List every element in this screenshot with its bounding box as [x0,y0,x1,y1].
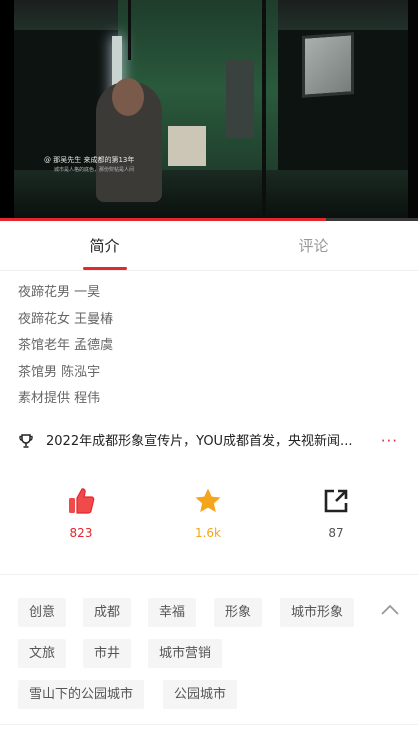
action-bar: 823 1.6k 87 [0,486,418,546]
tag-chip[interactable]: 幸福 [148,598,197,627]
favorite-button[interactable]: 1.6k [168,486,248,540]
tab-active-indicator [83,267,127,270]
tag-chip[interactable]: 成都 [83,598,132,627]
star-icon [195,488,221,513]
section-divider [0,574,418,575]
share-button[interactable]: 87 [296,486,376,540]
credit-line: 夜蹄花女 王曼椿 [18,311,114,327]
video-title[interactable]: 2022年成都形象宣传片，YOU成都首发，央视新闻... [46,430,366,454]
favorite-count: 1.6k [194,526,222,540]
tag-chip[interactable]: 雪山下的公园城市 [18,680,145,709]
video-caption: @ 那吴先生 来成都的第13年 城市是人格的底色，那份熨帖是人间 [44,155,134,175]
video-caption-line1: @ 那吴先生 来成都的第13年 [44,156,135,164]
video-person-head [112,78,144,116]
tag-chip[interactable]: 形象 [214,598,263,627]
tag-chip[interactable]: 公园城市 [163,680,238,709]
credit-line: 夜蹄花男 一昊 [18,285,101,300]
tag-chip[interactable]: 文旅 [18,639,67,668]
share-icon [324,489,348,513]
video-edge [408,0,418,221]
studio-pole [128,0,131,60]
video-caption-line2: 城市是人格的底色，那份熨帖是人间 [54,167,135,173]
like-button[interactable]: 823 [41,486,121,540]
thumbs-up-icon [69,488,95,514]
tag-chip[interactable]: 创意 [18,598,67,627]
video-edge [0,0,14,221]
tab-comments[interactable]: 评论 [209,221,418,271]
credits-list: 夜蹄花男 一昊 夜蹄花女 王曼椿 茶馆老年 孟德虞 茶馆男 陈泓宇 素材提供 程… [18,280,113,413]
video-title-row: 2022年成都形象宣传片，YOU成都首发，央视新闻... ··· [18,430,402,454]
tag-chip[interactable]: 城市形象 [280,598,355,627]
softbox-light [302,32,354,98]
trophy-icon [19,434,33,448]
video-player[interactable]: @ 那吴先生 来成都的第13年 城市是人格的底色，那份熨帖是人间 [0,0,418,221]
studio-box [168,126,206,166]
like-count: 823 [69,526,93,540]
light-stand [226,60,254,138]
tag-chip[interactable]: 城市营销 [148,639,223,668]
video-floor [14,170,408,221]
credit-line: 茶馆老年 孟德虞 [18,338,114,353]
tag-chip[interactable]: 市井 [83,639,132,668]
credit-line: 素材提供 程伟 [18,391,101,406]
more-options-button[interactable]: ··· [381,430,398,452]
credit-line: 茶馆男 陈泓宇 [18,364,101,380]
chevron-up-icon[interactable] [380,600,400,620]
studio-pole [262,0,266,221]
tab-bar: 简介 评论 [0,221,418,271]
tab-intro[interactable]: 简介 [0,221,209,271]
share-count: 87 [328,526,344,540]
bottom-divider [0,724,418,725]
